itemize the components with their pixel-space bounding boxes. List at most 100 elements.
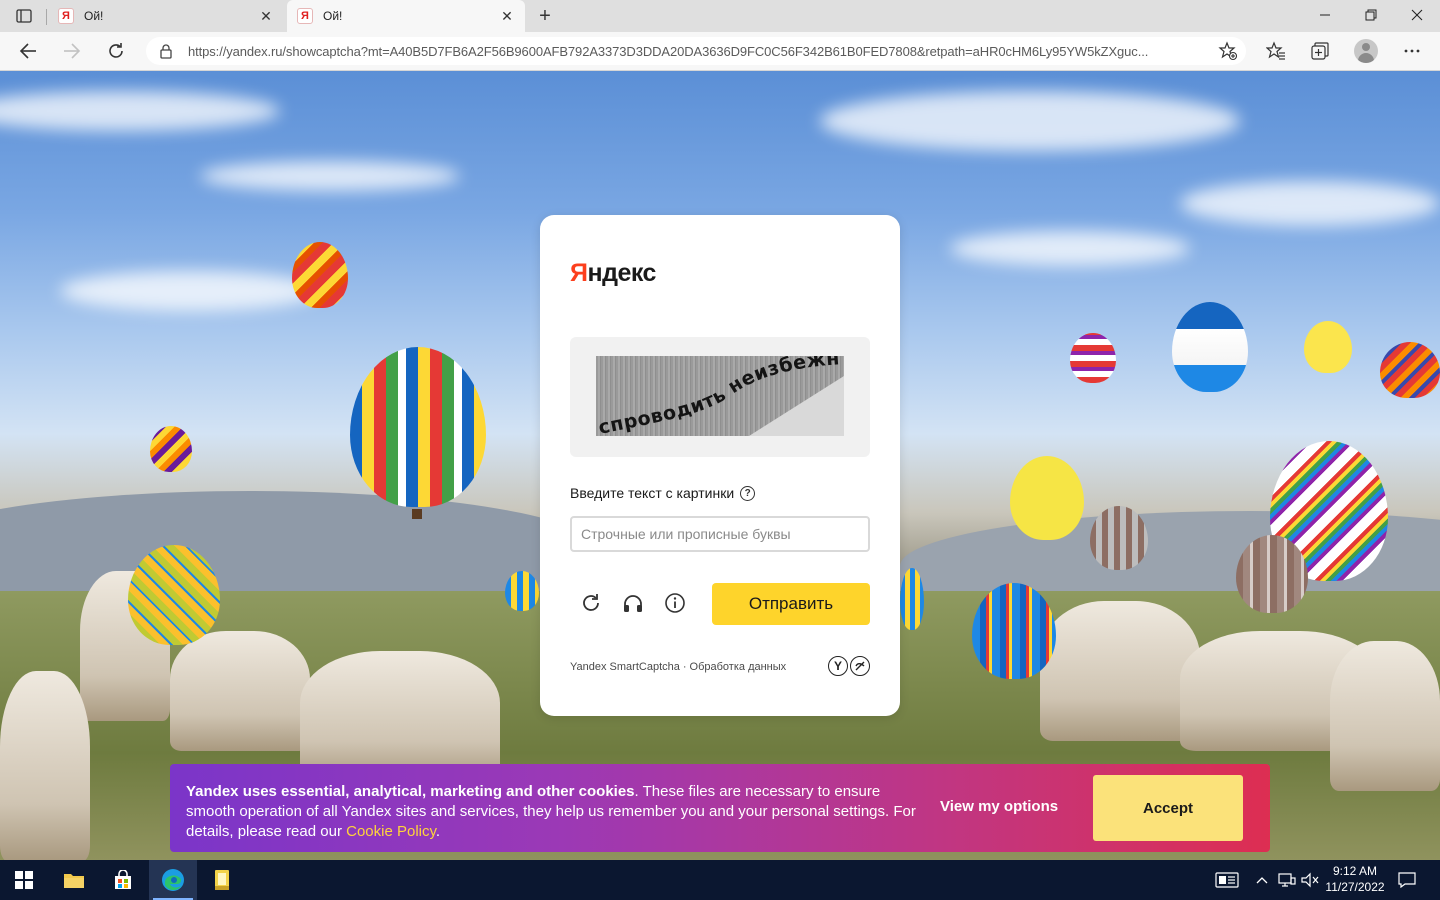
info-icon[interactable] [663,591,687,615]
accept-button[interactable]: Accept [1093,775,1243,841]
yandex-favicon-icon: Я [58,8,74,24]
maximize-icon[interactable] [1348,0,1394,30]
edge-icon[interactable] [149,860,197,900]
rock-formation [300,651,500,781]
hot-air-balloon [292,242,348,308]
chevron-up-icon[interactable] [1253,860,1271,900]
favorites-icon[interactable] [1261,37,1291,65]
cloud [950,231,1190,266]
yandex-logo[interactable]: Яндекс [570,259,656,288]
file-explorer-icon[interactable] [50,860,98,900]
tab-separator [46,9,47,25]
hot-air-balloon [505,571,539,611]
tab-title: Ой! [84,9,104,23]
hot-air-balloon [1090,506,1148,570]
captcha-prompt: Введите текст с картинки ? [570,485,756,501]
captcha-prompt-label: Введите текст с картинки [570,485,735,501]
cookie-policy-link[interactable]: Cookie Policy [346,823,436,840]
plus-icon[interactable]: + [533,4,557,28]
clock-time: 9:12 AM [1332,864,1378,878]
tab-bar: Я Ой! ✕ Я Ой! ✕ + [0,0,1440,32]
captcha-image-container: спроводить неизбежно [570,337,870,457]
rock-formation [1330,641,1440,791]
hot-air-balloon [1010,456,1084,540]
view-options-button[interactable]: View my options [940,798,1058,815]
yandex-cloud-logo-icon: Y [828,656,848,676]
notification-icon[interactable] [1394,860,1420,900]
volume-icon[interactable] [1299,860,1321,900]
brand-first-letter: Я [570,259,588,287]
avatar[interactable] [1354,39,1378,63]
hot-air-balloon [128,545,220,645]
svg-text:спроводить неизбежно: спроводить неизбежно [596,356,841,436]
captcha-footer: Yandex SmartCaptcha · Обработка данных [570,661,786,673]
tab-title: Ой! [323,9,343,23]
cookie-end-text: . [435,823,441,840]
cloud [60,271,320,311]
hot-air-balloon [900,568,924,630]
rock-formation [0,671,90,860]
tab-active[interactable]: Я Ой! ✕ [287,0,525,32]
cookie-bold-text: Yandex uses essential, analytical, marke… [186,783,635,800]
network-icon[interactable] [1276,860,1298,900]
tab-actions-icon[interactable] [8,6,40,26]
address-bar[interactable]: https://yandex.ru/showcaptcha?mt=A40B5D7… [146,37,1246,65]
close-icon[interactable]: ✕ [258,8,274,24]
data-processing-link[interactable]: Обработка данных [690,661,787,673]
hot-air-balloon [1172,302,1248,392]
captcha-image: спроводить неизбежно [596,356,844,436]
minimize-icon[interactable] [1302,0,1348,30]
cloud [200,161,460,191]
close-icon[interactable]: ✕ [499,8,515,24]
refresh-captcha-icon[interactable] [579,591,603,615]
store-icon[interactable] [99,860,147,900]
browser-toolbar: https://yandex.ru/showcaptcha?mt=A40B5D7… [0,32,1440,71]
hot-air-balloon [1380,342,1440,398]
cloud [1180,181,1440,226]
clock-date: 11/27/2022 [1325,880,1385,894]
hot-air-balloon [350,347,486,507]
tab-inactive[interactable]: Я Ой! ✕ [48,0,284,32]
rock-formation [1040,601,1200,741]
windows-start-icon[interactable] [0,860,48,900]
collections-icon[interactable] [1305,37,1335,65]
smartcaptcha-label: Yandex SmartCaptcha [570,661,680,673]
captcha-text-graphic: спроводить неизбежно [596,356,841,436]
taskbar-clock[interactable]: 9:12 AM 11/27/2022 [1322,863,1388,895]
hot-air-balloon [1236,535,1308,613]
favorite-add-icon[interactable] [1218,41,1238,61]
back-icon[interactable] [13,37,43,65]
brand-rest: ндекс [587,259,656,287]
app-icon[interactable] [198,860,246,900]
submit-button[interactable]: Отправить [712,583,870,625]
hot-air-balloon [972,583,1056,679]
cloud [820,91,1240,151]
news-icon[interactable] [1212,860,1242,900]
smartcaptcha-logo-icon [850,656,870,676]
balloon-basket [412,509,422,519]
cookie-banner: Yandex uses essential, analytical, marke… [170,764,1270,852]
captcha-logos: Y [828,656,870,676]
lock-icon[interactable] [154,43,178,59]
hot-air-balloon [1070,333,1116,383]
refresh-icon[interactable] [101,37,131,65]
rock-formation [170,631,310,751]
footer-separator: · [682,661,687,673]
cookie-text: Yandex uses essential, analytical, marke… [186,782,926,842]
cloud [0,91,280,131]
more-icon[interactable] [1397,37,1427,65]
headphones-icon[interactable] [621,591,645,615]
help-icon[interactable]: ? [740,485,756,501]
avatar-head [1362,43,1370,51]
captcha-distorted-text: спроводить неизбежно [596,356,840,436]
avatar-body [1358,53,1374,63]
url-text[interactable]: https://yandex.ru/showcaptcha?mt=A40B5D7… [188,44,1198,59]
captcha-card: Яндекс спроводить неизбежно Введите текс… [540,215,900,716]
captcha-input[interactable] [570,516,870,552]
hot-air-balloon [1304,321,1352,373]
yandex-favicon-icon: Я [297,8,313,24]
close-window-icon[interactable] [1394,0,1440,30]
hot-air-balloon [150,426,192,472]
taskbar: 9:12 AM 11/27/2022 [0,860,1440,900]
forward-icon [57,37,87,65]
